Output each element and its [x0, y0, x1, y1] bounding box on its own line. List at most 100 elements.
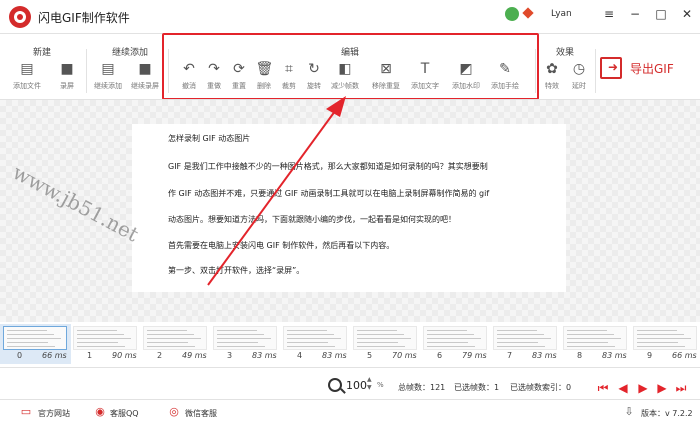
first-frame-icon[interactable]: ⏮ [596, 382, 610, 394]
frame-delay: 66 ms [42, 351, 67, 360]
monitor-icon: ▭ [20, 405, 32, 418]
doc-line: 动态图片。想要知道方法吗，下面就跟随小编的步伐，一起看看是如何实现的吧！ [168, 215, 456, 224]
prev-frame-icon[interactable]: ◀ [616, 382, 630, 394]
timer-icon: ◷ [572, 61, 586, 77]
frame-index: 4 [297, 351, 303, 360]
frame-delay: 66 ms [672, 351, 697, 360]
footer: ▭ 官方网站 ◉ 客服QQ ◎ 微信客服 ⇩ 版本：v 7.2.2 [0, 400, 700, 426]
version-label: 版本：v 7.2.2 [641, 409, 693, 418]
doc-line: GIF 是我们工作中接触不少的一种图片格式，那么大家都知道是如何录制的吗？其实想… [168, 162, 488, 171]
zoom-unit: % [377, 381, 384, 389]
maximize-icon[interactable]: □ [653, 6, 669, 22]
tool-label: 继续录屏 [131, 82, 159, 90]
tool-label: 添加文件 [13, 82, 41, 90]
selected-frame-index: 已选帧数索引：0 [510, 383, 572, 392]
frame-delay: 83 ms [602, 351, 627, 360]
frame-delay: 83 ms [532, 351, 557, 360]
doc-line: 怎样录制 GIF 动态图片 [168, 134, 251, 143]
frame-index: 6 [437, 351, 443, 360]
frame-delay: 83 ms [322, 351, 347, 360]
tool-label: 继续添加 [94, 82, 122, 90]
frame-preview [633, 326, 697, 350]
frame-thumbnail[interactable]: 3 83 ms [210, 324, 281, 364]
selected-frames: 已选帧数：1 [454, 383, 500, 392]
frame-delay: 70 ms [392, 351, 417, 360]
vip-badge-icon [522, 7, 534, 19]
download-icon: ⇩ [624, 405, 634, 418]
camera-icon: ■ [60, 61, 74, 77]
frame-delay: 49 ms [182, 351, 207, 360]
zoom-value[interactable]: 100 [346, 379, 367, 392]
ribbon-separator [595, 49, 596, 93]
tool-button[interactable]: ◷ 延时 [563, 61, 595, 101]
frame-delay: 83 ms [252, 351, 277, 360]
doc-line: 第一步、双击打开软件，选择“录屏”。 [168, 266, 305, 275]
qq-icon: ◉ [95, 405, 105, 418]
frame-index: 1 [87, 351, 93, 360]
export-gif-label: 导出GIF [630, 62, 674, 76]
frame-preview [493, 326, 557, 350]
total-frames: 总帧数：121 [398, 383, 446, 392]
export-gif-button[interactable]: 导出GIF [600, 56, 690, 82]
support-qq-link[interactable]: 客服QQ [110, 408, 139, 419]
frame-delay: 79 ms [462, 351, 487, 360]
frame-preview [73, 326, 137, 350]
minimize-icon[interactable]: − [627, 6, 643, 22]
frame-index: 3 [227, 351, 233, 360]
tool-label: 录屏 [60, 82, 74, 90]
frame-thumbnail[interactable]: 6 79 ms [420, 324, 491, 364]
status-bar: 100 ▲ ▼ % 总帧数：121 已选帧数：1 已选帧数索引：0 ⏮ ◀ ▶ ▶… [0, 368, 700, 399]
frame-thumbnail[interactable]: 5 70 ms [350, 324, 421, 364]
tool-button[interactable]: ▤ 添加文件 [11, 61, 43, 101]
frame-thumbnail[interactable]: 4 83 ms [280, 324, 351, 364]
official-website-link[interactable]: 官方网站 [38, 408, 70, 419]
frame-thumbnail[interactable]: 8 83 ms [560, 324, 631, 364]
frame-index: 5 [367, 351, 373, 360]
frame-preview [423, 326, 487, 350]
frame-preview [213, 326, 277, 350]
frame-thumbnail[interactable]: 1 90 ms [70, 324, 141, 364]
file-add-icon: ▤ [101, 61, 115, 77]
camera-add-icon: ■ [138, 61, 152, 77]
frame-thumbnail[interactable]: 7 83 ms [490, 324, 561, 364]
user-avatar[interactable] [505, 7, 519, 21]
app-title: 闪电GIF制作软件 [38, 11, 130, 25]
group-label-effects: 效果 [556, 48, 575, 58]
username-label[interactable]: Lyan [551, 9, 572, 19]
title-bar: 闪电GIF制作软件 Lyan ≡ − □ ✕ [0, 0, 700, 33]
frame-index: 9 [647, 351, 653, 360]
frame-index: 2 [157, 351, 163, 360]
frame-thumbnail[interactable]: 2 49 ms [140, 324, 211, 364]
last-frame-icon[interactable]: ⏭ [674, 382, 688, 394]
group-label-continue: 继续添加 [112, 48, 149, 58]
wechat-icon: ◎ [169, 405, 179, 418]
edit-group-highlight [162, 33, 539, 100]
file-icon: ▤ [20, 61, 34, 77]
tool-button[interactable]: ■ 录屏 [51, 61, 83, 101]
close-icon[interactable]: ✕ [679, 6, 695, 22]
doc-line: 作 GIF 动态图并不难，只要通过 GIF 动画录制工具就可以在电脑上录制屏幕制… [168, 189, 490, 198]
support-wechat-link[interactable]: 微信客服 [185, 408, 217, 419]
menu-icon[interactable]: ≡ [601, 6, 617, 22]
tool-label: 延时 [572, 82, 586, 90]
doc-line: 首先需要在电脑上安装闪电 GIF 制作软件，然后再看以下内容。 [168, 241, 395, 250]
frame-preview [353, 326, 417, 350]
play-icon[interactable]: ▶ [636, 382, 650, 394]
frame-delay: 90 ms [112, 351, 137, 360]
preview-frame: 怎样录制 GIF 动态图片 GIF 是我们工作中接触不少的一种图片格式，那么大家… [132, 124, 566, 292]
frame-index: 7 [507, 351, 513, 360]
frame-filmstrip[interactable]: 0 66 ms 1 90 ms 2 49 ms 3 83 ms 4 83 ms 5 70 ms 6 79 … [0, 322, 700, 366]
frame-thumbnail[interactable]: 9 66 ms [630, 324, 700, 364]
frame-index: 0 [17, 351, 23, 360]
frame-preview [143, 326, 207, 350]
zoom-spinner[interactable]: ▲ ▼ [367, 376, 372, 392]
frame-thumbnail[interactable]: 0 66 ms [0, 324, 71, 364]
frame-index: 8 [577, 351, 583, 360]
next-frame-icon[interactable]: ▶ [655, 382, 669, 394]
frame-preview [3, 326, 67, 350]
tool-button[interactable]: ■ 继续录屏 [129, 61, 161, 101]
ribbon-separator [86, 49, 87, 93]
tool-button[interactable]: ▤ 继续添加 [92, 61, 124, 101]
zoom-icon [328, 378, 342, 392]
group-label-new: 新建 [33, 48, 52, 58]
